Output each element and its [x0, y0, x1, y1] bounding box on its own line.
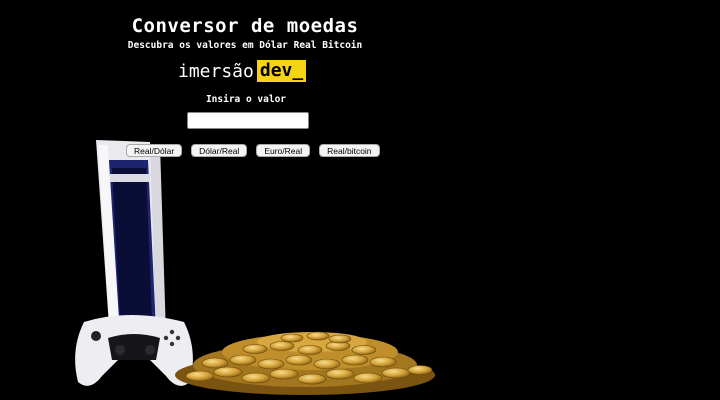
real-to-bitcoin-button[interactable]: Real/bitcoin — [319, 144, 380, 157]
imersao-dev-logo: imersão dev_ — [178, 60, 307, 82]
dolar-to-real-button[interactable]: Dólar/Real — [191, 144, 248, 157]
conversion-buttons: Real/Dólar Dólar/Real Euro/Real Real/bit… — [126, 144, 380, 157]
logo-text: imersão — [178, 60, 254, 82]
value-input[interactable] — [187, 112, 309, 129]
page-title: Conversor de moedas — [131, 15, 359, 37]
page-subtitle: Descubra os valores em Dólar Real Bitcoi… — [127, 40, 363, 51]
value-input-label: Insira o valor — [205, 94, 287, 105]
background-illustration — [75, 140, 435, 395]
real-to-dolar-button[interactable]: Real/Dólar — [126, 144, 183, 157]
euro-to-real-button[interactable]: Euro/Real — [256, 144, 311, 157]
coin-pile-icon — [175, 331, 435, 395]
logo-badge: dev_ — [256, 60, 307, 82]
game-console-icon — [96, 140, 166, 340]
